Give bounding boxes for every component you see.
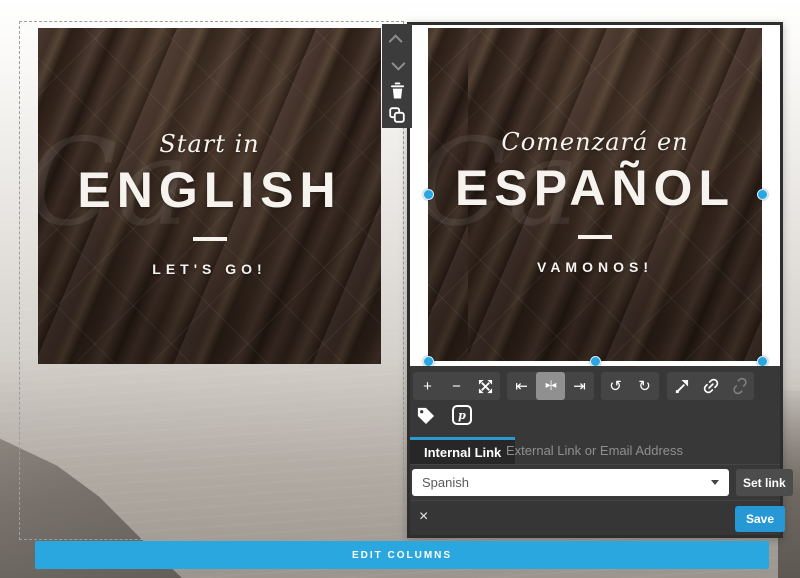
align-left-button[interactable]: ⇤ — [507, 372, 536, 400]
rotate-cw-button[interactable]: ↻ — [630, 372, 659, 400]
tab-internal-link[interactable]: Internal Link — [410, 437, 515, 464]
poster-overline: Start in — [159, 130, 259, 158]
rotate-button-group: ↺ ↻ — [601, 372, 659, 400]
expand-icon — [478, 379, 493, 394]
chevron-down-icon — [711, 480, 719, 485]
trash-icon — [390, 82, 405, 99]
poster-subtitle: LET'S GO! — [152, 261, 266, 277]
poster-overline: Comenzará en — [501, 128, 688, 156]
align-button-group: ⇤ ▸|◂ ⇥ — [507, 372, 594, 400]
image-element-spanish[interactable]: Ca Comenzará en ESPAÑOL VAMONOS! — [428, 28, 762, 361]
set-link-button[interactable]: Set link — [736, 469, 793, 496]
link-icon — [702, 377, 720, 395]
image-element-english[interactable]: Ca Start in ENGLISH LET'S GO! — [38, 28, 381, 364]
link-button[interactable] — [696, 372, 725, 400]
decrease-size-button[interactable]: − — [442, 372, 471, 400]
element-action-toolbar — [382, 24, 412, 128]
tab-label: External Link or Email Address — [506, 443, 683, 458]
pinterest-button[interactable]: p — [449, 403, 475, 427]
poster-title: ENGLISH — [77, 164, 341, 217]
link-button-group — [667, 372, 754, 400]
unlink-button[interactable] — [725, 372, 754, 400]
resize-handle-right[interactable] — [757, 189, 768, 200]
tab-divider — [410, 464, 780, 465]
poster-divider — [578, 235, 612, 239]
align-right-icon: ⇥ — [573, 379, 586, 394]
size-button-group: + − — [413, 372, 500, 400]
poster-title: ESPAÑOL — [455, 162, 735, 215]
save-button[interactable]: Save — [735, 506, 785, 532]
tab-external-link[interactable]: External Link or Email Address — [506, 443, 683, 458]
tag-icon — [416, 406, 435, 425]
rotate-cw-icon: ↻ — [638, 379, 651, 394]
internal-link-dropdown[interactable]: Spanish — [412, 469, 729, 496]
duplicate-button[interactable] — [387, 106, 407, 124]
poster-subtitle: VAMONOS! — [537, 259, 653, 275]
align-left-icon: ⇤ — [515, 379, 528, 394]
scale-button[interactable] — [667, 372, 696, 400]
minus-icon: − — [452, 379, 461, 394]
caption-button[interactable] — [412, 403, 438, 427]
edit-columns-button[interactable]: EDIT COLUMNS — [35, 541, 769, 569]
chevron-up-icon — [389, 34, 403, 48]
chevron-down-icon — [391, 57, 405, 71]
rotate-ccw-icon: ↺ — [609, 379, 622, 394]
copy-icon — [389, 107, 405, 123]
plus-icon: + — [423, 379, 432, 394]
panel-footer — [410, 500, 780, 535]
pinterest-icon: p — [452, 405, 472, 425]
align-center-icon: ▸|◂ — [546, 381, 556, 391]
dropdown-value: Spanish — [422, 475, 469, 490]
rotate-ccw-button[interactable]: ↺ — [601, 372, 630, 400]
close-icon: × — [419, 508, 428, 525]
align-center-button[interactable]: ▸|◂ — [536, 372, 565, 400]
free-resize-button[interactable] — [471, 372, 500, 400]
poster-divider — [193, 237, 227, 241]
edit-columns-label: EDIT COLUMNS — [352, 550, 452, 561]
scale-icon — [674, 379, 689, 394]
move-down-button[interactable] — [387, 56, 407, 74]
delete-button[interactable] — [387, 81, 407, 99]
increase-size-button[interactable]: + — [413, 372, 442, 400]
unlink-icon — [731, 377, 749, 395]
resize-handle-left[interactable] — [423, 189, 434, 200]
align-right-button[interactable]: ⇥ — [565, 372, 594, 400]
move-up-button[interactable] — [387, 31, 407, 49]
close-button[interactable]: × — [419, 507, 428, 527]
tab-label: Internal Link — [424, 445, 501, 460]
